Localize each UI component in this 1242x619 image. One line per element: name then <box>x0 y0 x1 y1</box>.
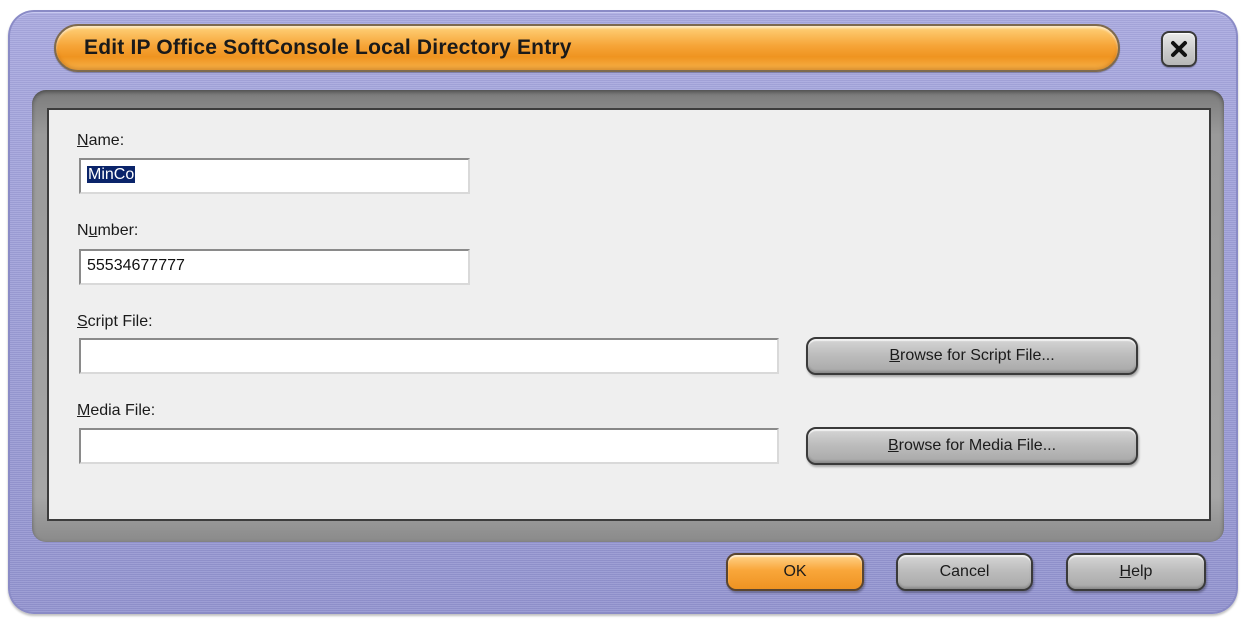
media-file-input[interactable] <box>79 428 779 464</box>
form-panel: Name: MinCo Number: 55534677777 Script F… <box>47 108 1211 521</box>
script-file-input[interactable] <box>79 338 779 374</box>
help-button[interactable]: Help <box>1066 553 1206 591</box>
dialog-window: Edit IP Office SoftConsole Local Directo… <box>8 10 1238 614</box>
ok-button[interactable]: OK <box>726 553 864 591</box>
content-frame: Name: MinCo Number: 55534677777 Script F… <box>32 90 1224 542</box>
close-icon <box>1171 41 1187 57</box>
name-input-value: MinCo <box>87 166 136 183</box>
close-button[interactable] <box>1161 31 1197 67</box>
dialog-title: Edit IP Office SoftConsole Local Directo… <box>84 36 572 59</box>
script-file-label: Script File: <box>77 313 153 330</box>
name-label: Name: <box>77 132 125 149</box>
number-input[interactable]: 55534677777 <box>79 249 470 285</box>
title-bar[interactable]: Edit IP Office SoftConsole Local Directo… <box>54 24 1120 72</box>
browse-media-file-button[interactable]: Browse for Media File... <box>806 427 1138 465</box>
name-input[interactable]: MinCo <box>79 158 470 194</box>
media-file-label: Media File: <box>77 402 156 419</box>
cancel-button[interactable]: Cancel <box>896 553 1033 591</box>
browse-script-file-button[interactable]: Browse for Script File... <box>806 337 1138 375</box>
number-input-value: 55534677777 <box>87 257 185 274</box>
number-label: Number: <box>77 222 139 239</box>
